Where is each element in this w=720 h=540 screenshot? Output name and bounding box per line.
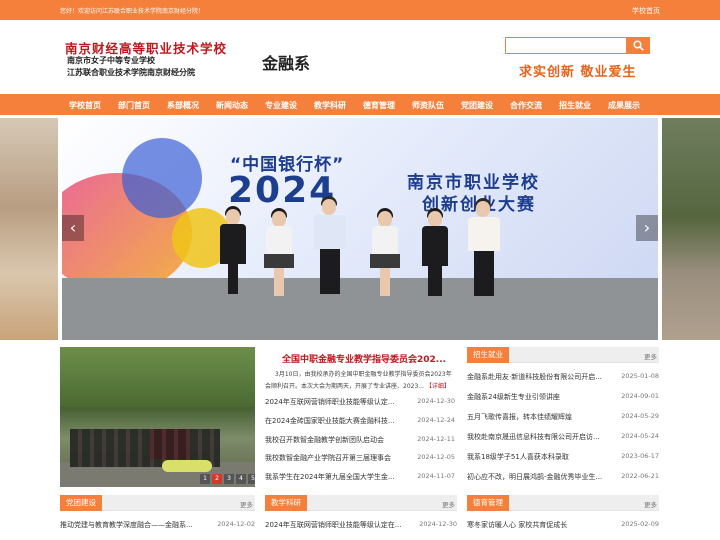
nav-achievements[interactable]: 成果展示 (608, 100, 640, 111)
list-item[interactable]: 我系18级学子51人喜获本科录取 2023-06-17 (467, 452, 659, 464)
banner-side-image-right (662, 118, 720, 340)
list-item[interactable]: 初心应不改，明日展鸿鹄-金融优秀毕业生... 2022-06-21 (467, 472, 659, 484)
headline-news-title[interactable]: 全国中职金融专业教学指导委员会202... (282, 352, 446, 365)
nav-moral-education[interactable]: 德育管理 (363, 100, 395, 111)
top-bar: 您好！欢迎访问江苏联合职业技术学院南京财经分院！ 学校首页 (0, 0, 720, 20)
list-item[interactable]: 金融系24级新生专业引领讲座 2024-09-01 (467, 392, 659, 404)
list-item[interactable]: 我校赴南京晟迅信息科技有限公司开启访... 2024-05-24 (467, 432, 659, 444)
list-item[interactable]: 我校数智金融产业学院召开第三届理事会 2024-12-05 (265, 453, 455, 465)
nav-cooperation[interactable]: 合作交流 (510, 100, 542, 111)
school-subtitle-1: 南京市女子中等专业学校 (67, 56, 155, 65)
nav-teaching-research[interactable]: 教学科研 (314, 100, 346, 111)
list-item[interactable]: 五月飞歌传喜报，转本佳绩耀辉煌 2024-05-29 (467, 412, 659, 424)
page-5-button[interactable]: 5 (248, 474, 255, 484)
header: 南京财经高等职业技术学校 南京市女子中等专业学校 江苏联合职业技术学院南京财经分… (0, 20, 720, 94)
summary-more-link[interactable]: 【详细】 (426, 383, 450, 390)
school-subtitle-2: 江苏联合职业技术学院南京财经分院 (67, 68, 195, 77)
party-box: 党团建设 更多 推动党建与教育教学深度融合——金融系... 2024-12-02 (60, 495, 255, 535)
nav-faculty[interactable]: 师资队伍 (412, 100, 444, 111)
banner-prev-button[interactable]: ‹ (62, 215, 84, 241)
banner-floor (62, 278, 658, 340)
banner-side-image-left (0, 118, 58, 340)
party-box-title: 党团建设 (60, 495, 102, 511)
moral-more-link[interactable]: 更多 (644, 499, 657, 509)
banner-slider: “中国银行杯” 2024 南京市职业学校 创新创业大赛 ‹ › (62, 118, 658, 340)
main-nav: 学校首页 部门首页 系部概况 新闻动态 专业建设 教学科研 德育管理 师资队伍 … (0, 94, 720, 115)
welcome-text: 您好！欢迎访问江苏联合职业技术学院南京财经分院！ (60, 8, 205, 15)
banner-next-button[interactable]: › (636, 215, 658, 241)
nav-school-home[interactable]: 学校首页 (69, 100, 101, 111)
list-item[interactable]: 推动党建与教育教学深度融合——金融系... 2024-12-02 (60, 520, 255, 532)
list-item[interactable]: 我系学生在2024年第九届全国大学生金... 2024-11-07 (265, 472, 455, 484)
page-2-button[interactable]: 2 (212, 474, 222, 484)
moral-box-title: 德育管理 (467, 495, 509, 511)
nav-overview[interactable]: 系部概况 (167, 100, 199, 111)
page-1-button[interactable]: 1 (200, 474, 210, 484)
search-input[interactable] (505, 37, 627, 54)
search-button[interactable] (627, 37, 650, 54)
page-4-button[interactable]: 4 (236, 474, 246, 484)
nav-admissions[interactable]: 招生就业 (559, 100, 591, 111)
list-item[interactable]: 寒冬家访暖人心 家校共育促成长 2025-02-09 (467, 520, 659, 532)
summary-text: 3月10日，由我校承办的全国中职金融专业教学指导委员会2023年会顺利召开。本次… (265, 371, 452, 390)
school-home-link[interactable]: 学校首页 (632, 6, 660, 16)
party-box-header: 党团建设 更多 (60, 495, 255, 511)
list-item[interactable]: 2024年互联网营销师职业技能等级认定在... 2024-12-30 (265, 520, 457, 532)
page-3-button[interactable]: 3 (224, 474, 234, 484)
party-more-link[interactable]: 更多 (240, 499, 253, 509)
headline-news-summary: 3月10日，由我校承办的全国中职金融专业教学指导委员会2023年会顺利召开。本次… (265, 369, 455, 393)
admissions-box: 招生就业 更多 金融系赴用友·新道科技股份有限公司开启... 2025-01-08… (467, 347, 659, 487)
banner-year: 2024 (228, 170, 337, 211)
research-more-link[interactable]: 更多 (442, 499, 455, 509)
moral-box: 德育管理 更多 寒冬家访暖人心 家校共育促成长 2025-02-09 (467, 495, 659, 535)
list-item[interactable]: 我校召开数智金融教学创新团队启动会 2024-12-11 (265, 435, 455, 447)
list-item[interactable]: 金融系赴用友·新道科技股份有限公司开启... 2025-01-08 (467, 372, 659, 384)
research-box-header: 教学科研 更多 (265, 495, 457, 511)
photo-trees (60, 347, 255, 407)
admissions-box-header: 招生就业 更多 (467, 347, 659, 363)
school-motto: 求实创新 敬业爱生 (519, 65, 637, 80)
photo-pager: 1 2 3 4 5 (198, 474, 255, 484)
photo-flowers (162, 460, 212, 472)
list-item[interactable]: 在2024金砖国家职业技能大赛金融科技... 2024-12-24 (265, 416, 455, 428)
research-box: 教学科研 更多 2024年互联网营销师职业技能等级认定在... 2024-12-3… (265, 495, 457, 535)
nav-party-building[interactable]: 党团建设 (461, 100, 493, 111)
news-photo[interactable]: 1 2 3 4 5 (60, 347, 255, 487)
nav-news[interactable]: 新闻动态 (216, 100, 248, 111)
admissions-more-link[interactable]: 更多 (644, 351, 657, 361)
moral-box-header: 德育管理 更多 (467, 495, 659, 511)
nav-majors[interactable]: 专业建设 (265, 100, 297, 111)
search-icon (633, 40, 644, 51)
banner-decoration (122, 138, 202, 218)
nav-department-home[interactable]: 部门首页 (118, 100, 150, 111)
department-name: 金融系 (262, 54, 311, 73)
research-box-title: 教学科研 (265, 495, 307, 511)
list-item[interactable]: 2024年互联网营销师职业技能等级认定... 2024-12-30 (265, 397, 455, 409)
admissions-box-title: 招生就业 (467, 347, 509, 363)
